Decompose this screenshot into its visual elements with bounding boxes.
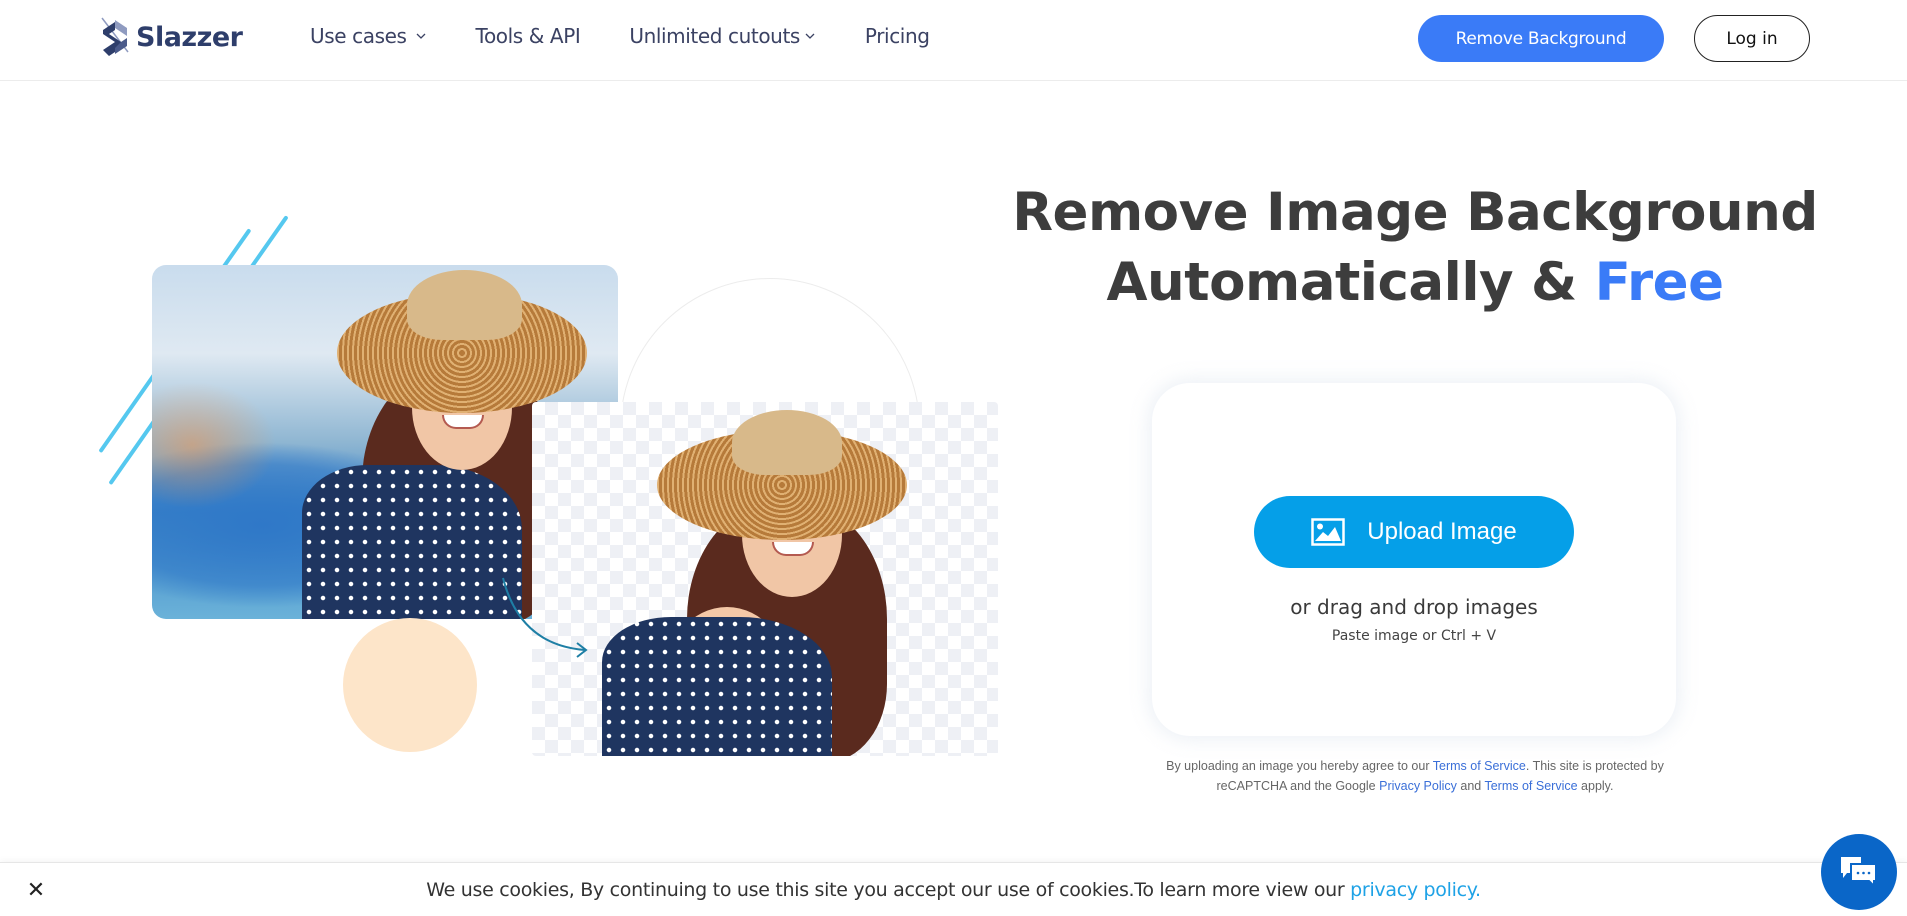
chevron-down-icon [805,33,815,39]
woman-figure-cutout [602,402,942,756]
main-nav: Use cases Tools & API Unlimited cutouts … [310,24,979,48]
legal-text: apply. [1577,779,1614,793]
paste-hint: Paste image or Ctrl + V [1331,628,1497,644]
drag-drop-text: or drag and drop images [1290,595,1538,619]
hero-title-line1: Remove Image Background [1012,182,1818,243]
nav-pricing[interactable]: Pricing [865,24,930,48]
remove-background-button[interactable]: Remove Background [1418,15,1664,62]
cookie-banner: ✕ We use cookies, By continuing to use t… [0,862,1907,916]
upload-image-label: Upload Image [1367,518,1517,545]
chevron-down-icon [416,33,425,39]
upload-dropzone[interactable]: Upload Image or drag and drop images Pas… [1152,383,1676,736]
hero-illustration [90,200,1010,770]
hero-title-accent: Free [1594,252,1724,313]
legal-notice: By uploading an image you hereby agree t… [1140,756,1690,796]
terms-of-service-link-2[interactable]: Terms of Service [1484,779,1577,793]
chat-bubbles-icon [1841,857,1877,889]
privacy-policy-link[interactable]: Privacy Policy [1379,779,1457,793]
nav-unlimited-cutouts[interactable]: Unlimited cutouts [629,24,816,48]
legal-text: By uploading an image you hereby agree t… [1166,759,1433,773]
cookie-message: We use cookies, By continuing to use thi… [0,879,1907,901]
nav-use-cases[interactable]: Use cases [310,24,427,48]
legal-text: and [1456,779,1485,793]
nav-use-cases-label: Use cases [310,24,407,48]
slazzer-logo-icon [101,17,129,56]
logo-text: Slazzer [136,21,243,53]
decorative-circle [343,618,477,752]
nav-tools-api[interactable]: Tools & API [476,24,581,48]
chat-button[interactable] [1821,834,1897,910]
nav-pricing-label: Pricing [864,24,930,48]
image-icon [1311,518,1346,546]
terms-of-service-link[interactable]: Terms of Service [1433,759,1526,773]
hero-title: Remove Image Background Automatically & … [960,178,1870,318]
nav-unlimited-cutouts-label: Unlimited cutouts [629,24,800,48]
hero-title-line2: Automatically & [1106,252,1595,313]
logo[interactable]: Slazzer [98,16,243,58]
login-button[interactable]: Log in [1694,15,1810,62]
arrow-icon [502,577,588,658]
site-header: Slazzer Use cases Tools & API Unlimited … [0,0,1907,81]
upload-image-button[interactable]: Upload Image [1254,496,1574,568]
nav-tools-api-label: Tools & API [475,24,581,48]
cookie-privacy-link[interactable]: privacy policy. [1350,879,1481,901]
cookie-text: We use cookies, By continuing to use thi… [426,879,1351,901]
